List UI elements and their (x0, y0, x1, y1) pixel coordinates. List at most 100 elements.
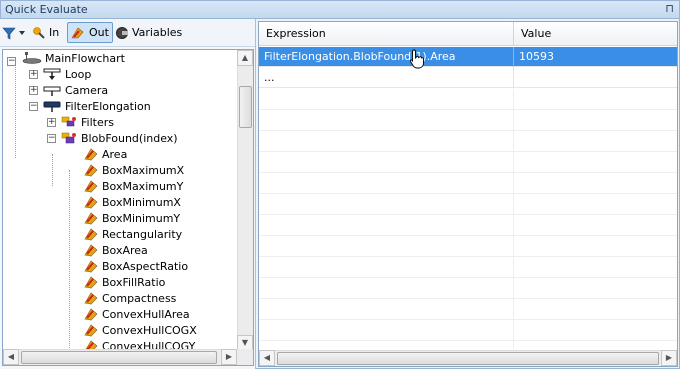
tree-node-label: BoxMaximumX (102, 163, 185, 177)
pin-icon[interactable]: ⊓ (665, 2, 674, 15)
property-icon (84, 196, 98, 209)
tree-leaf-boxfillratio[interactable]: BoxFillRatio (83, 274, 165, 290)
tree-leaf-boxarea[interactable]: BoxArea (83, 242, 148, 258)
tree-node-label: ConvexHullCOGX (102, 323, 197, 337)
tree-leaf-boxmaximumx[interactable]: BoxMaximumX (83, 162, 184, 178)
tree-node-label: BlobFound(index) (81, 131, 178, 145)
scroll-right-icon[interactable]: ▶ (221, 349, 237, 365)
out-label: Out (89, 26, 109, 39)
filter-dropdown-button[interactable] (2, 22, 28, 43)
tree-line (69, 170, 70, 350)
property-icon (84, 260, 98, 273)
tree-node-label: BoxMinimumY (102, 211, 181, 225)
scroll-left-icon[interactable]: ◀ (259, 350, 275, 366)
filter-icon (2, 27, 16, 39)
tree-node-label: MainFlowchart (45, 51, 125, 65)
tree-node-label: BoxArea (102, 243, 148, 257)
property-icon (84, 212, 98, 225)
camera-task-icon (43, 86, 61, 96)
grid-hscroll-thumb[interactable] (277, 352, 659, 365)
tree-leaf-compactness[interactable]: Compactness (83, 290, 176, 306)
tree-node-label: FilterElongation (65, 99, 151, 113)
collapse-icon[interactable]: − (29, 101, 38, 111)
value-cell (514, 68, 677, 88)
scroll-corner (237, 349, 253, 365)
out-button[interactable]: Out (67, 22, 113, 43)
in-label: In (49, 26, 60, 39)
tree-node-label: BoxFillRatio (102, 275, 166, 289)
scroll-left-icon[interactable]: ◀ (3, 349, 19, 365)
tree-leaf-boxminimumx[interactable]: BoxMinimumX (83, 194, 181, 210)
tree-node-loop[interactable]: + Loop (29, 66, 91, 82)
tree-line (52, 154, 53, 186)
tree-node-filters[interactable]: + Filters (47, 114, 114, 130)
tree-hscroll-thumb[interactable] (21, 351, 217, 364)
tree-node-label: Rectangularity (102, 227, 183, 241)
tree-node-camera[interactable]: + Camera (29, 82, 108, 98)
variables-label: Variables (132, 26, 183, 39)
evaluation-grid: Expression Value FilterElongation.BlobFo… (258, 21, 678, 367)
tree-leaf-boxminimumy[interactable]: BoxMinimumY (83, 210, 180, 226)
grid-row[interactable]: FilterElongation.BlobFound(1).Area 10593 (259, 47, 677, 69)
left-panel: In Out Variables − MainFlowchart + Loop … (0, 19, 256, 369)
tree-node-label: ConvexHullArea (102, 307, 190, 321)
scroll-right-icon[interactable]: ▶ (661, 350, 677, 366)
value-cell: 10593 (519, 50, 554, 63)
tree-leaf-convexhullarea[interactable]: ConvexHullArea (83, 306, 190, 322)
tree-scroll-thumb[interactable] (239, 86, 252, 128)
tree-node-blobfound[interactable]: − BlobFound(index) (47, 130, 178, 146)
tree-node-mainflowchart[interactable]: − MainFlowchart (7, 50, 125, 66)
tree-line (15, 58, 16, 158)
property-icon (84, 292, 98, 305)
property-icon (84, 276, 98, 289)
tree-node-label: Filters (81, 115, 114, 129)
expression-cell[interactable]: FilterElongation.BlobFound(1).Area (259, 47, 514, 67)
flowchart-icon (22, 52, 42, 64)
output-pin-icon (71, 27, 84, 38)
in-button[interactable]: In (32, 22, 66, 43)
tree-node-label: BoxMinimumX (102, 195, 181, 209)
title-bar: Quick Evaluate ⊓ (0, 0, 680, 19)
tree-leaf-rectangularity[interactable]: Rectangularity (83, 226, 182, 242)
tree-leaf-area[interactable]: Area (83, 146, 127, 162)
tree-node-label: Loop (65, 67, 92, 81)
grid-horizontal-scrollbar[interactable]: ◀ ▶ (259, 350, 677, 366)
property-icon (84, 228, 98, 241)
property-icon (84, 244, 98, 257)
expand-icon[interactable]: + (29, 69, 38, 79)
toolbar: In Out Variables (0, 19, 255, 47)
expand-icon[interactable]: + (29, 85, 38, 95)
property-icon (84, 148, 98, 161)
window-title: Quick Evaluate (5, 3, 88, 16)
grid-row[interactable]: ... (259, 68, 677, 88)
expand-icon[interactable]: + (47, 117, 56, 127)
variables-icon (116, 26, 128, 39)
filters-property-icon (61, 116, 76, 127)
hand-cursor-icon (409, 49, 424, 69)
tree-vertical-scrollbar[interactable]: ▲ ▼ (237, 50, 253, 351)
property-icon (84, 324, 98, 337)
tree-node-label: BoxMaximumY (102, 179, 184, 193)
chevron-down-icon (19, 30, 25, 35)
tree-leaf-boxaspectratio[interactable]: BoxAspectRatio (83, 258, 188, 274)
expression-cell[interactable]: ... (259, 68, 514, 88)
tree-leaf-convexhullcogx[interactable]: ConvexHullCOGX (83, 322, 197, 338)
tree-leaf-boxmaximumy[interactable]: BoxMaximumY (83, 178, 183, 194)
grid-header: Expression Value (259, 22, 677, 46)
property-icon (84, 180, 98, 193)
empty-grid-area (259, 89, 677, 349)
column-header-value[interactable]: Value (514, 22, 677, 46)
tree-node-label: Area (102, 147, 128, 161)
tree-view[interactable]: − MainFlowchart + Loop + Camera − Filter… (2, 49, 254, 366)
scroll-up-icon[interactable]: ▲ (237, 50, 253, 66)
column-header-expression[interactable]: Expression (259, 22, 514, 46)
tree-horizontal-scrollbar[interactable]: ◀ ▶ (3, 349, 237, 365)
tree-content: − MainFlowchart + Loop + Camera − Filter… (3, 50, 237, 350)
collapse-icon[interactable]: − (47, 133, 56, 143)
tree-node-label: BoxAspectRatio (102, 259, 189, 273)
tree-node-filterelongation[interactable]: − FilterElongation (29, 98, 151, 114)
variables-button[interactable]: Variables (115, 22, 187, 43)
property-icon (84, 308, 98, 321)
collapse-icon[interactable]: − (7, 56, 16, 66)
tree-node-label: Compactness (102, 291, 177, 305)
